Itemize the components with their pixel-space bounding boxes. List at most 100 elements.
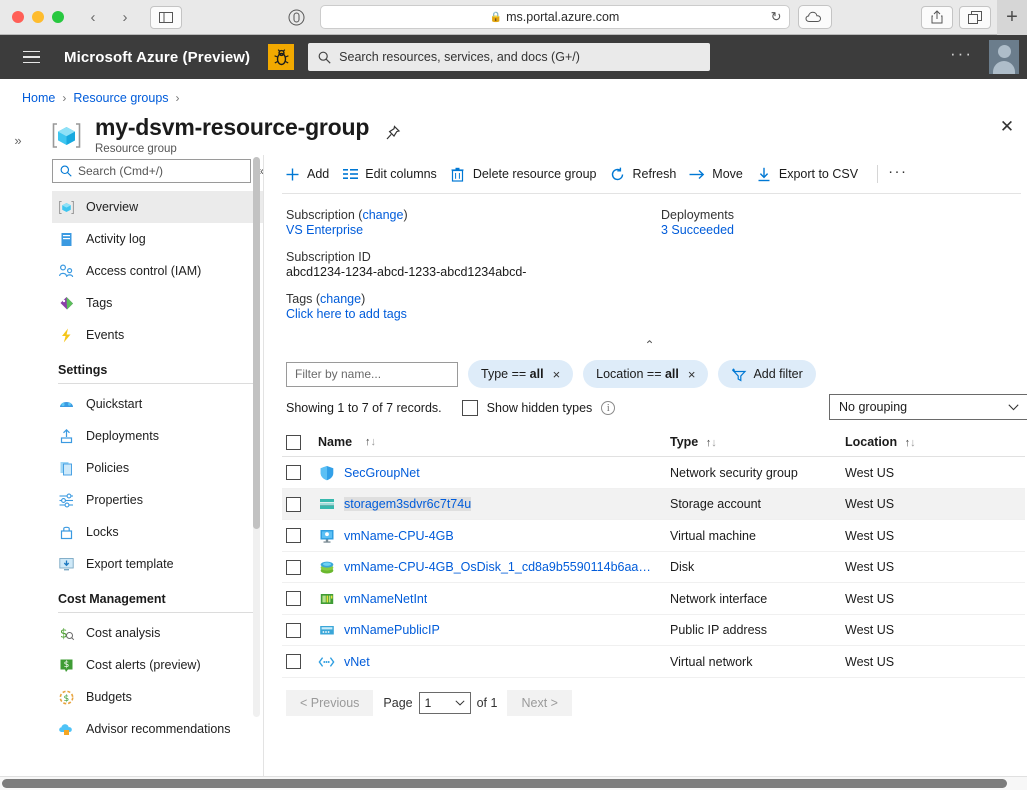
delete-resource-group-button[interactable]: Delete resource group	[448, 161, 608, 187]
reader-view-icon[interactable]	[282, 6, 312, 29]
table-row[interactable]: vmNameNetInt Network interface West US	[282, 583, 1025, 615]
tags-change-link[interactable]: change	[320, 292, 361, 306]
add-tags-link[interactable]: Click here to add tags	[286, 307, 661, 321]
row-checkbox[interactable]	[286, 591, 301, 606]
nav-scrollbar[interactable]	[253, 157, 260, 717]
maximize-window-button[interactable]	[52, 11, 64, 23]
move-button[interactable]: Move	[687, 161, 754, 187]
nav-search-input[interactable]: Search (Cmd+/)	[52, 159, 251, 183]
window-controls[interactable]	[8, 11, 64, 23]
edit-columns-button[interactable]: Edit columns	[340, 161, 448, 187]
table-row[interactable]: vmNamePublicIP Public IP address West US	[282, 615, 1025, 647]
sort-icon[interactable]: ↑↓	[706, 437, 717, 449]
sidebar-item-access-control[interactable]: Access control (IAM)	[52, 255, 264, 287]
sidebar-item-deployments[interactable]: Deployments	[52, 420, 264, 452]
resource-link[interactable]: vmNamePublicIP	[344, 623, 440, 637]
global-search-input[interactable]: Search resources, services, and docs (G+…	[308, 43, 710, 71]
row-checkbox[interactable]	[286, 623, 301, 638]
row-checkbox[interactable]	[286, 465, 301, 480]
bug-icon[interactable]	[268, 44, 294, 70]
table-row[interactable]: SecGroupNet Network security group West …	[282, 457, 1025, 489]
icloud-icon[interactable]	[798, 5, 832, 29]
sidebar-item-budgets[interactable]: $ Budgets	[52, 681, 264, 713]
filter-chip-type-remove[interactable]: ×	[553, 367, 561, 382]
toolbar-more-button[interactable]: ···	[888, 163, 908, 186]
sidebar-toggle-icon[interactable]	[150, 6, 182, 29]
column-header-type[interactable]: Type ↑↓	[670, 435, 845, 449]
pin-icon[interactable]	[385, 125, 401, 141]
grouping-dropdown[interactable]: No grouping	[829, 394, 1027, 420]
show-hidden-types-checkbox[interactable]	[462, 400, 478, 416]
breadcrumb-item-resource-groups[interactable]: Resource groups	[73, 91, 168, 105]
nav-scrollbar-thumb[interactable]	[253, 157, 260, 529]
horizontal-scrollbar[interactable]	[0, 776, 1027, 790]
expand-rail-button[interactable]: »	[0, 115, 36, 148]
new-tab-button[interactable]: +	[997, 0, 1027, 35]
add-filter-button[interactable]: Add filter	[718, 360, 815, 388]
table-row[interactable]: vmName-CPU-4GB_OsDisk_1_cd8a9b5590114b6a…	[282, 552, 1025, 584]
sidebar-item-export-template[interactable]: Export template	[52, 548, 264, 580]
resource-link[interactable]: vmNameNetInt	[344, 592, 427, 606]
minimize-window-button[interactable]	[32, 11, 44, 23]
row-checkbox[interactable]	[286, 497, 301, 512]
previous-page-button[interactable]: < Previous	[286, 690, 373, 716]
back-chevron-icon[interactable]: ‹	[78, 6, 108, 28]
sidebar-item-tags[interactable]: Tags	[52, 287, 264, 319]
header-more-button[interactable]: ···	[950, 44, 973, 71]
sidebar-item-overview[interactable]: Overview	[52, 191, 264, 223]
row-checkbox[interactable]	[286, 560, 301, 575]
show-tabs-icon[interactable]	[959, 6, 991, 29]
essentials-panel: Subscription (change) VS Enterprise Subs…	[282, 194, 1025, 334]
sidebar-item-locks[interactable]: Locks	[52, 516, 264, 548]
sidebar-item-advisor-recommendations[interactable]: Advisor recommendations	[52, 713, 264, 745]
resource-link[interactable]: vmName-CPU-4GB	[344, 529, 454, 543]
sidebar-item-cost-analysis[interactable]: $ Cost analysis	[52, 617, 264, 649]
add-button[interactable]: Add	[282, 161, 340, 187]
sidebar-item-quickstart[interactable]: Quickstart	[52, 388, 264, 420]
hamburger-menu-icon[interactable]	[14, 40, 48, 74]
url-bar[interactable]: 🔒 ms.portal.azure.com ↻	[320, 5, 790, 29]
info-icon[interactable]: i	[601, 401, 615, 415]
page-number-dropdown[interactable]: 1	[419, 692, 471, 714]
deployments-value[interactable]: 3 Succeeded	[661, 223, 734, 237]
filter-by-name-input[interactable]: Filter by name...	[286, 362, 458, 387]
filter-chip-location-remove[interactable]: ×	[688, 367, 696, 382]
resource-link[interactable]: SecGroupNet	[344, 466, 420, 480]
sidebar-item-cost-alerts[interactable]: $ Cost alerts (preview)	[52, 649, 264, 681]
resource-link[interactable]: storagem3sdvr6c7t74u	[344, 497, 471, 511]
filter-chip-location[interactable]: Location == all ×	[583, 360, 708, 388]
select-all-checkbox[interactable]	[286, 435, 301, 450]
sort-icon[interactable]: ↑↓	[905, 437, 916, 449]
reload-icon[interactable]: ↻	[771, 9, 782, 25]
table-row[interactable]: vNet Virtual network West US	[282, 646, 1025, 678]
next-page-button[interactable]: Next >	[507, 690, 571, 716]
row-checkbox[interactable]	[286, 528, 301, 543]
breadcrumb-item-home[interactable]: Home	[22, 91, 55, 105]
filter-chip-type[interactable]: Type == all ×	[468, 360, 573, 388]
close-icon[interactable]: ✕	[995, 115, 1019, 139]
table-row[interactable]: vmName-CPU-4GB Virtual machine West US	[282, 520, 1025, 552]
resource-link[interactable]: vNet	[344, 655, 370, 669]
user-avatar[interactable]	[989, 40, 1019, 74]
export-to-csv-button[interactable]: Export to CSV	[754, 161, 869, 187]
subscription-value[interactable]: VS Enterprise	[286, 223, 661, 237]
column-header-location[interactable]: Location ↑↓	[845, 435, 1025, 449]
column-header-name[interactable]: Name ↑↓	[318, 435, 670, 449]
sidebar-item-properties[interactable]: Properties	[52, 484, 264, 516]
share-icon[interactable]	[921, 6, 953, 29]
sidebar-item-activity-log[interactable]: Activity log	[52, 223, 264, 255]
horizontal-scrollbar-thumb[interactable]	[2, 779, 1007, 788]
row-checkbox[interactable]	[286, 654, 301, 669]
collapse-essentials-button[interactable]: ⌃	[282, 334, 1017, 354]
forward-chevron-icon[interactable]: ›	[110, 6, 140, 28]
row-name-cell: SecGroupNet	[318, 464, 670, 481]
refresh-button[interactable]: Refresh	[608, 161, 688, 187]
resource-link[interactable]: vmName-CPU-4GB_OsDisk_1_cd8a9b5590114b6a…	[344, 560, 651, 574]
table-row[interactable]: storagem3sdvr6c7t74u Storage account Wes…	[282, 489, 1025, 521]
azure-brand-title[interactable]: Microsoft Azure (Preview)	[64, 49, 250, 66]
sidebar-item-policies[interactable]: Policies	[52, 452, 264, 484]
sort-icon[interactable]: ↑↓	[365, 436, 376, 448]
sidebar-item-events[interactable]: Events	[52, 319, 264, 351]
close-window-button[interactable]	[12, 11, 24, 23]
subscription-change-link[interactable]: change	[362, 208, 403, 222]
